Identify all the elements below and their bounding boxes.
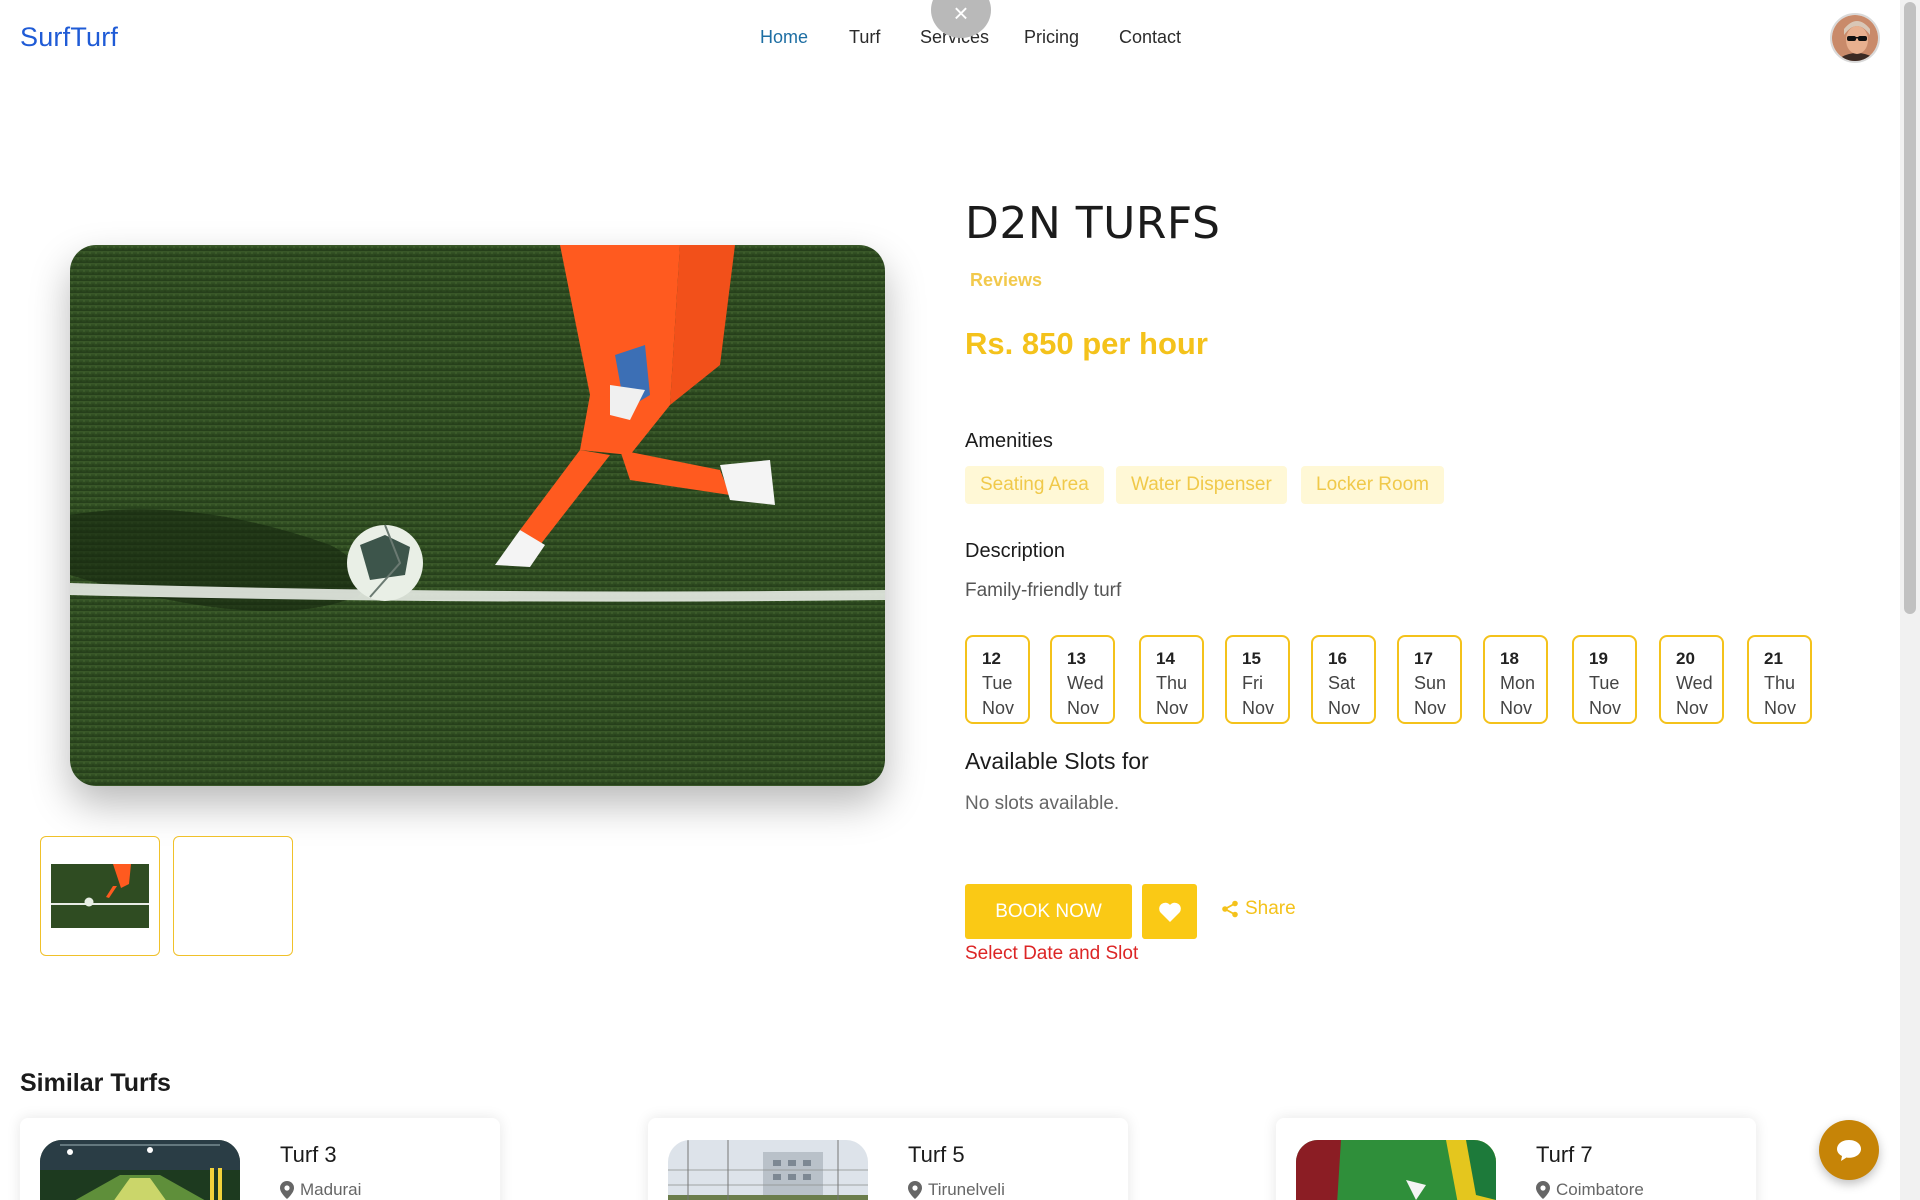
date-weekday: Fri bbox=[1242, 673, 1263, 693]
chat-icon bbox=[1837, 1140, 1861, 1161]
share-label: Share bbox=[1245, 898, 1296, 919]
map-pin-icon bbox=[280, 1181, 294, 1199]
date-month: Nov bbox=[1676, 698, 1709, 718]
date-day: 17 bbox=[1414, 649, 1433, 668]
date-month: Nov bbox=[1067, 698, 1100, 718]
slots-empty-message: No slots available. bbox=[965, 793, 1120, 814]
slots-heading: Available Slots for bbox=[965, 748, 1149, 774]
similar-turf-image bbox=[668, 1140, 868, 1200]
similar-turf-card[interactable]: Turf 7 Coimbatore bbox=[1276, 1118, 1756, 1200]
date-month: Nov bbox=[1589, 698, 1622, 718]
page-scrollbar[interactable] bbox=[1900, 0, 1920, 1200]
date-card[interactable]: 21 Thu Nov bbox=[1747, 635, 1812, 724]
date-card[interactable]: 18 Mon Nov bbox=[1483, 635, 1548, 724]
date-weekday: Thu bbox=[1764, 673, 1796, 693]
amenity-badge: Seating Area bbox=[965, 466, 1104, 504]
validation-error: Select Date and Slot bbox=[965, 943, 1139, 964]
similar-turf-location: Madurai bbox=[280, 1180, 361, 1200]
date-weekday: Wed bbox=[1067, 673, 1104, 693]
date-weekday: Sun bbox=[1414, 673, 1447, 693]
date-card[interactable]: 17 Sun Nov bbox=[1397, 635, 1462, 724]
nav-home[interactable]: Home bbox=[760, 27, 808, 48]
location-label: Tirunelveli bbox=[928, 1180, 1005, 1199]
date-day: 12 bbox=[982, 649, 1001, 668]
date-weekday: Wed bbox=[1676, 673, 1713, 693]
map-pin-icon bbox=[908, 1181, 922, 1199]
chat-button[interactable] bbox=[1819, 1120, 1879, 1180]
date-card[interactable]: 19 Tue Nov bbox=[1572, 635, 1637, 724]
thumbnail-image bbox=[51, 864, 149, 928]
date-month: Nov bbox=[1500, 698, 1533, 718]
date-day: 15 bbox=[1242, 649, 1261, 668]
date-day: 18 bbox=[1500, 649, 1519, 668]
date-day: 14 bbox=[1156, 649, 1175, 668]
date-card[interactable]: 16 Sat Nov bbox=[1311, 635, 1376, 724]
description-heading: Description bbox=[965, 540, 1066, 562]
date-month: Nov bbox=[1414, 698, 1447, 718]
similar-turf-card[interactable]: Turf 3 Madurai bbox=[20, 1118, 500, 1200]
gallery-thumbnail-1[interactable] bbox=[40, 836, 160, 956]
amenity-badge: Locker Room bbox=[1301, 466, 1444, 504]
reviews-link[interactable]: Reviews bbox=[970, 270, 1042, 291]
nav-turf[interactable]: Turf bbox=[849, 27, 880, 48]
similar-turf-location: Tirunelveli bbox=[908, 1180, 1005, 1200]
book-now-button[interactable]: BOOK NOW bbox=[965, 884, 1132, 939]
date-day: 21 bbox=[1764, 649, 1783, 668]
amenities-heading: Amenities bbox=[965, 430, 1053, 452]
date-month: Nov bbox=[1242, 698, 1275, 718]
scrollbar-thumb[interactable] bbox=[1904, 2, 1916, 614]
date-weekday: Mon bbox=[1500, 673, 1536, 693]
date-card[interactable]: 13 Wed Nov bbox=[1050, 635, 1115, 724]
date-weekday: Tue bbox=[1589, 673, 1620, 693]
turf-price: Rs. 850 per hour bbox=[965, 326, 1208, 361]
date-weekday: Thu bbox=[1156, 673, 1188, 693]
similar-turf-card[interactable]: Turf 5 Tirunelveli bbox=[648, 1118, 1128, 1200]
location-label: Madurai bbox=[300, 1180, 362, 1199]
date-weekday: Tue bbox=[982, 673, 1013, 693]
nav-contact[interactable]: Contact bbox=[1119, 27, 1181, 48]
turf-main-image bbox=[70, 245, 885, 786]
map-pin-icon bbox=[1536, 1181, 1550, 1199]
avatar[interactable] bbox=[1830, 13, 1880, 63]
date-card[interactable]: 12 Tue Nov bbox=[965, 635, 1030, 724]
similar-turf-name: Turf 3 bbox=[280, 1142, 337, 1167]
gallery-thumbnail-2[interactable] bbox=[173, 836, 293, 956]
nav-pricing[interactable]: Pricing bbox=[1024, 27, 1079, 48]
turf-title: D2N TURFS bbox=[965, 198, 1221, 249]
date-day: 20 bbox=[1676, 649, 1695, 668]
share-link[interactable]: Share bbox=[1221, 898, 1296, 920]
date-month: Nov bbox=[1156, 698, 1189, 718]
date-card[interactable]: 20 Wed Nov bbox=[1659, 635, 1724, 724]
date-day: 13 bbox=[1067, 649, 1086, 668]
share-icon bbox=[1222, 900, 1238, 918]
heart-icon bbox=[1158, 902, 1181, 922]
amenity-badge: Water Dispenser bbox=[1116, 466, 1287, 504]
date-month: Nov bbox=[1328, 698, 1361, 718]
location-label: Coimbatore bbox=[1556, 1180, 1644, 1199]
date-card[interactable]: 15 Fri Nov bbox=[1225, 635, 1290, 724]
similar-turf-name: Turf 7 bbox=[1536, 1142, 1593, 1167]
date-card[interactable]: 14 Thu Nov bbox=[1139, 635, 1204, 724]
date-weekday: Sat bbox=[1328, 673, 1356, 693]
date-month: Nov bbox=[1764, 698, 1797, 718]
similar-turf-image bbox=[1296, 1140, 1496, 1200]
similar-turf-image bbox=[40, 1140, 240, 1200]
description-text: Family-friendly turf bbox=[965, 580, 1122, 601]
similar-turf-location: Coimbatore bbox=[1536, 1180, 1644, 1200]
date-day: 19 bbox=[1589, 649, 1608, 668]
date-day: 16 bbox=[1328, 649, 1347, 668]
date-month: Nov bbox=[982, 698, 1015, 718]
favorite-button[interactable] bbox=[1142, 884, 1197, 939]
similar-turf-name: Turf 5 bbox=[908, 1142, 965, 1167]
similar-turfs-heading: Similar Turfs bbox=[20, 1069, 171, 1097]
